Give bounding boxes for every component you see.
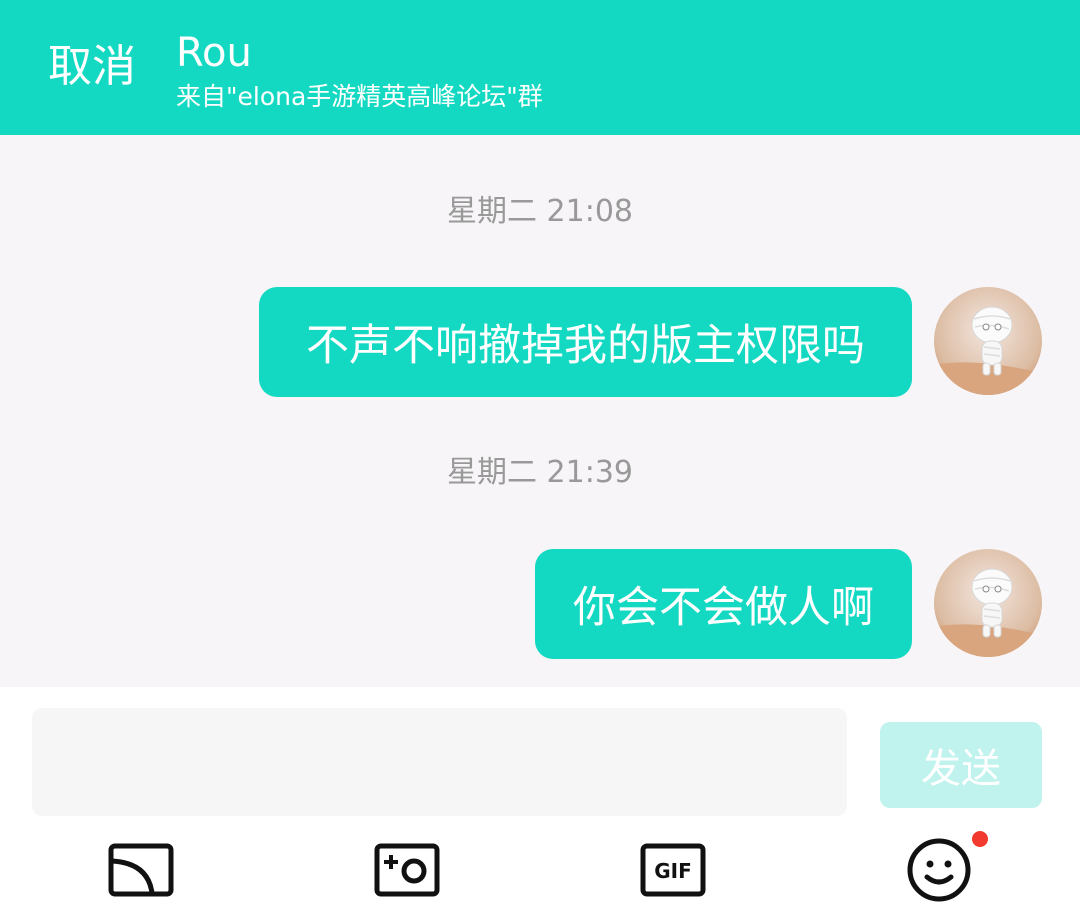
cast-button[interactable] <box>105 834 177 906</box>
chat-header: 取消 Rou 来自"elona手游精英高峰论坛"群 <box>0 0 1080 135</box>
avatar-image <box>934 549 1042 657</box>
emoji-icon <box>907 838 971 902</box>
message-bubble[interactable]: 不声不响撤掉我的版主权限吗 <box>259 287 912 397</box>
avatar[interactable] <box>934 549 1042 657</box>
camera-button[interactable] <box>371 834 443 906</box>
svg-text:GIF: GIF <box>654 859 692 883</box>
cast-icon <box>108 843 174 897</box>
chat-subtitle: 来自"elona手游精英高峰论坛"群 <box>176 82 543 111</box>
gif-button[interactable]: GIF <box>637 834 709 906</box>
avatar[interactable] <box>934 287 1042 395</box>
cancel-button[interactable]: 取消 <box>48 40 136 94</box>
send-button[interactable]: 发送 <box>880 722 1042 808</box>
message-input[interactable] <box>32 708 847 816</box>
gif-icon: GIF <box>640 843 706 897</box>
notification-dot <box>972 831 988 847</box>
emoji-button[interactable] <box>903 834 975 906</box>
camera-icon <box>374 843 440 897</box>
message-timestamp: 星期二 21:08 <box>447 194 633 229</box>
message-bubble[interactable]: 你会不会做人啊 <box>535 549 912 659</box>
message-list[interactable]: 星期二 21:08 不声不响撤掉我的版主权限吗 星期二 21:39 你会不会做人… <box>0 135 1080 687</box>
message-timestamp: 星期二 21:39 <box>447 455 633 490</box>
avatar-image <box>934 287 1042 395</box>
chat-title: Rou <box>176 30 252 76</box>
